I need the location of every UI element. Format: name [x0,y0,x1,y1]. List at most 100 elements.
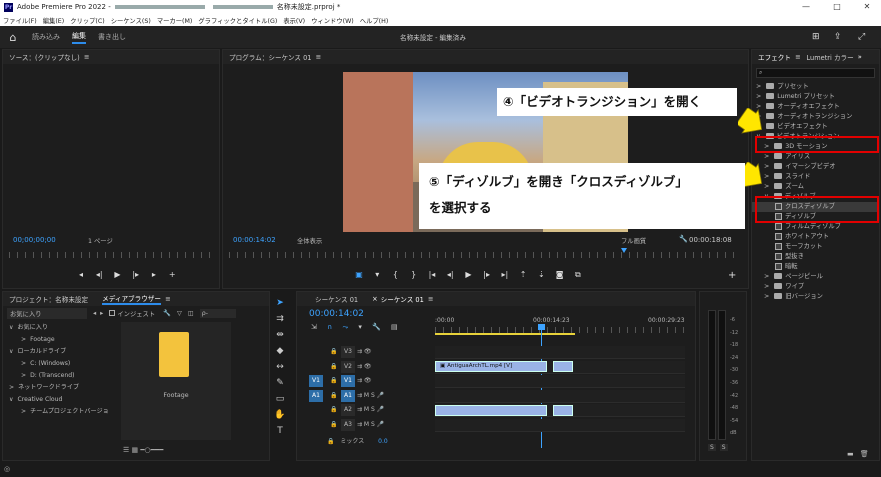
tab-lumetri[interactable]: Lumetri カラー [807,52,854,62]
go-in-icon[interactable]: |◂ [424,270,440,279]
track-name-button[interactable]: V3 [341,346,355,358]
lift-icon[interactable]: ⇡ [515,270,531,279]
menu-clip[interactable]: クリップ(C) [70,16,105,25]
source-patch-button[interactable]: V1 [309,375,323,387]
expand-arrow-icon[interactable]: ∨ [9,348,13,355]
media-search-input[interactable]: ρ- [199,308,236,318]
brace-in-icon[interactable]: { [387,270,403,279]
mark-in-icon[interactable]: ▾ [369,270,385,279]
effects-tree-item[interactable]: > オーディオエフェクト [752,102,879,112]
marker-icon[interactable]: ▣ [351,270,367,279]
expand-arrow-icon[interactable]: > [764,163,771,170]
solo-left-button[interactable]: S [708,444,716,451]
filter-icon[interactable]: ▽ [177,310,182,317]
media-tree-item[interactable]: > D: (Transcend) [5,370,117,382]
source-page-select[interactable]: 1 ページ [88,236,113,245]
menu-view[interactable]: 表示(V) [283,16,305,25]
minimize-button[interactable]: — [795,0,817,14]
track-name-button[interactable]: A3 [341,418,355,431]
effects-tree-item[interactable]: > アイリス [752,152,879,162]
slip-tool-icon[interactable]: ↔ [273,362,287,376]
wrench-icon[interactable]: 🔧 [163,309,171,317]
effects-tree-item[interactable]: > イマーシブビデオ [752,162,879,172]
menu-sequence[interactable]: シーケンス(S) [111,16,151,25]
effects-tree-item[interactable]: > オーディオトランジション [752,112,879,122]
track-select-tool-icon[interactable]: ⇉ [273,314,287,328]
effects-tree-item[interactable]: > プリセット [752,82,879,92]
tab-edit[interactable]: 編集 [72,31,86,44]
home-icon[interactable]: ⌂ [0,31,26,44]
effects-tree-item[interactable]: ホワイトアウト [752,232,879,242]
timeline-tab-2[interactable]: シーケンス 01 [381,294,424,304]
step-back-icon[interactable]: ◂| [91,270,107,279]
fit-select[interactable]: 全体表示 [297,236,322,245]
panel-menu-icon[interactable]: ≡ [316,53,322,61]
maximize-button[interactable]: □ [826,0,848,14]
expand-arrow-icon[interactable]: ∨ [9,324,13,331]
track-visibility-icon[interactable]: ⇉ 👁 [357,361,397,373]
tab-import[interactable]: 読み込み [32,32,60,42]
effects-tree-item[interactable]: > ズーム [752,182,879,192]
source-timecode[interactable]: 00;00;00;00 [13,236,56,244]
panel-menu-icon[interactable]: ≡ [165,295,171,303]
menu-help[interactable]: ヘルプ(H) [360,16,389,25]
effects-tree-item[interactable]: 暗転 [752,262,879,272]
media-tree-item[interactable]: ∨ お気に入り [5,322,117,334]
expand-arrow-icon[interactable]: > [9,384,14,391]
effects-tree-item[interactable]: > ワイプ [752,282,879,292]
wrench-icon[interactable]: 🔧 [372,323,381,331]
media-tree-item[interactable]: > チームプロジェクトバージョ [5,406,117,418]
lock-icon[interactable]: 🔒 [327,361,341,373]
menu-edit[interactable]: 編集(E) [43,16,65,25]
menu-file[interactable]: ファイル(F) [3,16,37,25]
expand-arrow-icon[interactable]: > [764,273,771,280]
mark-in-icon[interactable]: ◂ [73,270,89,279]
effects-tree-item[interactable]: > ページピール [752,272,879,282]
panel-menu-icon[interactable]: ≡ [428,295,434,303]
track-lane[interactable] [435,389,685,403]
expand-arrow-icon[interactable]: > [764,153,771,160]
expand-arrow-icon[interactable]: > [21,336,26,343]
effects-search-input[interactable]: ⌕ [756,68,875,78]
effects-tree-item[interactable]: フィルムディゾルブ [752,222,879,232]
program-timecode[interactable]: 00:00:14:02 [233,236,276,244]
audio-clip-a1[interactable] [435,405,547,416]
play-icon[interactable]: ▶ [460,270,476,279]
selection-tool-icon[interactable]: ➤ [273,298,287,312]
expand-arrow-icon[interactable]: > [764,283,771,290]
track-lane[interactable] [435,346,685,359]
step-forward-icon[interactable]: |▸ [479,270,495,279]
pen-tool-icon[interactable]: ✎ [273,378,287,392]
timeline-timecode[interactable]: 00:00:14:02 [309,309,364,319]
add-marker-icon[interactable]: ▾ [358,323,362,331]
track-name-button[interactable]: A2 [341,404,355,416]
rectangle-tool-icon[interactable]: ▭ [273,394,287,408]
step-forward-icon[interactable]: |▸ [128,270,144,279]
video-clip-v1-tail[interactable] [553,361,573,372]
media-tree-item[interactable]: ∨ Creative Cloud [5,394,117,406]
hand-tool-icon[interactable]: ✋ [273,410,287,424]
audio-clip-a1-tail[interactable] [553,405,573,416]
type-tool-icon[interactable]: T [273,426,287,440]
mix-value[interactable]: 0.0 [378,438,388,445]
list-view-icon[interactable]: ☰ ▦ ━○━━━ [123,446,163,454]
expand-arrow-icon[interactable]: > [21,408,26,415]
effects-tree-item[interactable]: > Lumetri プリセット [752,92,879,102]
track-name-button[interactable]: A1 [341,389,355,402]
ripple-edit-tool-icon[interactable]: ⇹ [273,330,287,344]
timeline-ruler[interactable]: :00:00 00:00:14:23 00:00:29:23 [435,317,690,335]
menu-graphics[interactable]: グラフィックとタイトル(G) [198,16,277,25]
share-icon[interactable]: ⇪ [834,32,842,42]
track-mute-solo-icon[interactable]: ⇉ M S 🎤 [357,390,397,402]
ingest-checkbox[interactable] [109,310,116,316]
track-lane[interactable] [435,375,685,388]
expand-arrow-icon[interactable]: > [764,293,771,300]
expand-arrow-icon[interactable]: > [764,173,771,180]
lock-icon[interactable]: 🔒 [327,346,341,358]
quality-select[interactable]: フル画質 [621,236,646,245]
expand-arrow-icon[interactable]: ∨ [9,396,13,403]
nav-back-icon[interactable]: ◂ [93,310,96,317]
compare-icon[interactable]: ⧉ [570,270,586,280]
timeline-tab-close-icon[interactable]: × [372,295,378,303]
view-icon[interactable]: ◫ [188,310,194,317]
